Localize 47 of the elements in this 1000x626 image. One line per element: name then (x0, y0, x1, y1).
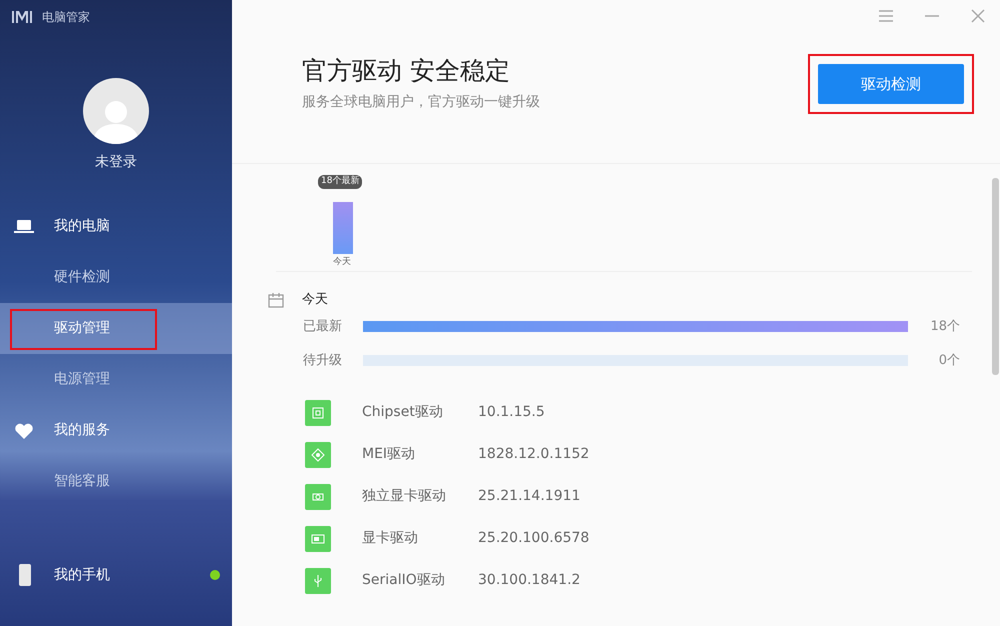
menu-icon (878, 8, 894, 24)
phone-icon (18, 563, 32, 587)
driver-version: 30.100.1841.2 (478, 571, 580, 590)
chart-category-label: 今天 (333, 256, 351, 269)
driver-name: 显卡驱动 (362, 529, 419, 548)
driver-icon (305, 442, 331, 468)
phone-label[interactable]: 我的手机 (54, 564, 110, 586)
chart-bar (333, 202, 353, 254)
calendar-icon (268, 292, 284, 308)
driver-name: SerialIO驱动 (362, 571, 446, 590)
driver-icon (305, 526, 331, 552)
sidebar-item[interactable]: 驱动管理 (0, 303, 232, 354)
driver-icon (305, 484, 331, 510)
sidebar-item[interactable]: 硬件检测 (0, 252, 232, 303)
laptop-icon (14, 218, 34, 234)
close-icon (970, 8, 986, 24)
page-title: 官方驱动 安全稳定 (302, 56, 511, 86)
driver-version: 10.1.15.5 (478, 403, 545, 422)
scrollbar[interactable] (992, 178, 999, 375)
driver-icon (305, 568, 331, 594)
driver-name: MEI驱动 (362, 445, 416, 464)
status-label: 已最新 (303, 318, 343, 336)
driver-name: 独立显卡驱动 (362, 487, 447, 506)
page-subtitle: 服务全球电脑用户，官方驱动一键升级 (302, 93, 541, 112)
driver-icon (305, 400, 331, 426)
detect-button[interactable]: 驱动检测 (818, 64, 964, 104)
sidebar-item[interactable]: 我的服务 (0, 405, 232, 456)
status-label: 待升级 (303, 352, 343, 370)
sidebar-item-label: 我的服务 (54, 421, 110, 440)
sidebar-item[interactable]: 我的电脑 (0, 201, 232, 252)
heart-icon (14, 422, 34, 438)
driver-name: Chipset驱动 (362, 403, 444, 422)
bar-tooltip: 18个最新 (318, 175, 362, 188)
driver-version: 1828.12.0.1152 (478, 445, 590, 464)
count-label: 18个 (929, 318, 960, 336)
sidebar-item[interactable]: 电源管理 (0, 354, 232, 405)
count-label: 0个 (938, 352, 960, 370)
logo-icon (12, 11, 32, 23)
driver-version: 25.21.14.1911 (478, 487, 580, 506)
minimize-icon (924, 15, 940, 17)
sidebar-item[interactable]: 智能客服 (0, 456, 232, 507)
date-label: 今天 (302, 291, 328, 309)
sidebar-item-label: 我的电脑 (54, 217, 110, 236)
app-title: 电脑管家 (42, 9, 90, 26)
driver-version: 25.20.100.6578 (478, 529, 590, 548)
login-status: 未登录 (94, 153, 138, 172)
sidebar-item-label: 驱动管理 (54, 319, 110, 338)
